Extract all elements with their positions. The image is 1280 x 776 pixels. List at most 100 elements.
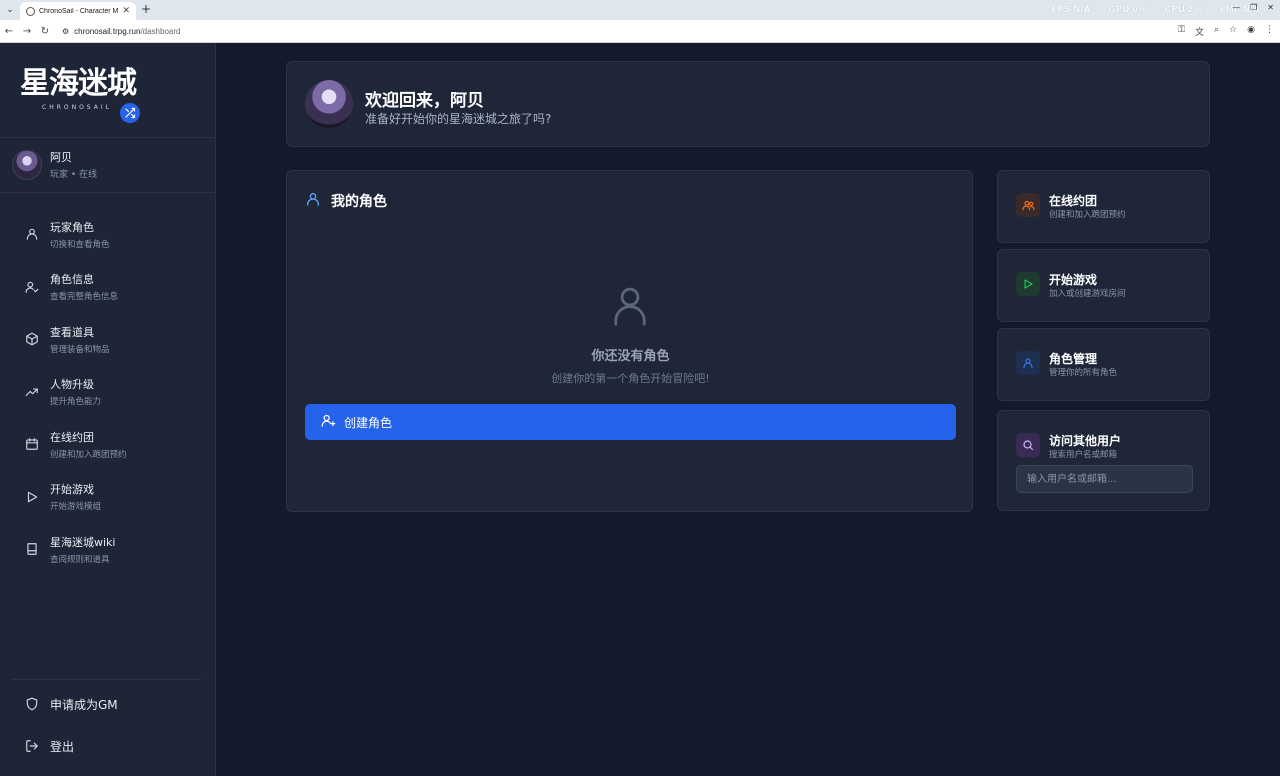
panel-header: 我的角色 — [305, 191, 387, 211]
sidebar-item-level-up[interactable]: 人物升级提升角色能力 — [0, 366, 216, 419]
shuffle-icon[interactable] — [120, 103, 140, 123]
cpu-readout: CPU 2% — [1164, 4, 1202, 14]
quick-card-title: 角色管理 — [1049, 352, 1098, 366]
user-icon — [1016, 351, 1040, 375]
performance-overlay: FPS N/A GPU 0% CPU 2% FMF N/A — [1051, 4, 1260, 14]
empty-state-subtitle: 创建你的第一个角色开始冒险吧! — [551, 372, 710, 385]
reload-icon[interactable]: ↻ — [36, 26, 54, 37]
sidebar-item-items[interactable]: 查看道具管理装备和物品 — [0, 313, 216, 366]
sidebar-item-desc: 开始游戏模组 — [50, 502, 102, 513]
shield-icon — [24, 696, 40, 712]
sidebar-item-desc: 查阅规则和道具 — [50, 554, 110, 565]
user-icon — [24, 226, 40, 242]
sidebar-item-label: 查看道具 — [50, 325, 94, 339]
user-plus-icon — [321, 413, 336, 431]
user-icon — [305, 191, 321, 211]
welcome-title: 欢迎回来，阿贝 — [365, 91, 484, 111]
quick-card-desc: 管理你的所有角色 — [1049, 368, 1118, 378]
sidebar-item-label: 玩家角色 — [50, 220, 94, 234]
address-bar-actions: ⚿ 文 ⌕ ☆ ◉ ⋮ — [1178, 25, 1274, 38]
book-icon — [24, 541, 40, 557]
menu-dots-icon[interactable]: ⋮ — [1265, 25, 1274, 38]
window-controls: — ❐ ✕ — [1232, 3, 1274, 12]
apply-gm-button[interactable]: 申请成为GM — [0, 683, 216, 725]
search-icon — [1016, 433, 1040, 457]
package-icon — [24, 331, 40, 347]
logo-text: 星海迷城 — [20, 66, 137, 101]
sidebar-item-desc: 创建和加入跑团预约 — [50, 449, 127, 460]
forward-arrow-icon[interactable]: → — [18, 26, 36, 37]
sidebar-divider — [0, 137, 216, 138]
close-icon[interactable]: ✕ — [122, 6, 130, 16]
quick-start-game[interactable]: 开始游戏 加入或创建游戏房间 — [997, 249, 1210, 322]
site-info-icon[interactable]: ⚙ — [62, 27, 69, 36]
quick-card-title: 在线约团 — [1049, 194, 1098, 208]
sidebar-item-label: 在线约团 — [50, 430, 94, 444]
welcome-subtitle: 准备好开始你的星海迷城之旅了吗? — [365, 112, 552, 126]
user-search-input[interactable] — [1016, 465, 1193, 493]
back-arrow-icon[interactable]: ← — [0, 26, 18, 37]
sidebar-item-label: 角色信息 — [50, 273, 94, 287]
users-icon — [1016, 193, 1040, 217]
key-icon[interactable]: ⚿ — [1178, 25, 1185, 38]
url-path: /dashboard — [140, 26, 181, 36]
sidebar-item-desc: 切换和查看角色 — [50, 239, 110, 250]
my-characters-panel: 我的角色 你还没有角色 创建你的第一个角色开始冒险吧! 创建角色 — [286, 170, 973, 512]
user-status: 玩家 • 在线 — [50, 170, 98, 180]
new-tab-plus-icon[interactable]: + — [141, 2, 151, 16]
url-field[interactable]: ⚙ chronosail.trpg.run/dashboard — [62, 23, 1162, 40]
sidebar-item-online-booking[interactable]: 在线约团创建和加入跑团预约 — [0, 418, 216, 471]
quick-character-management[interactable]: 角色管理 管理你的所有角色 — [997, 328, 1210, 401]
sidebar-nav: 玩家角色切换和查看角色 角色信息 查看完整角色信息 查看道具管理装备和物品 人物升… — [0, 208, 216, 576]
sidebar-item-desc: 管理装备和物品 — [50, 344, 110, 355]
browser-tab-bar: ⌄ ChronoSail - Character Mana ✕ + FPS N/… — [0, 0, 1280, 20]
sidebar-item-wiki[interactable]: 星海迷城wiki 查阅规则和道具 — [0, 523, 216, 576]
logout-icon — [24, 738, 40, 754]
create-character-button[interactable]: 创建角色 — [305, 404, 956, 440]
sidebar-item-desc: 提升角色能力 — [50, 397, 102, 408]
profile-icon[interactable]: ◉ — [1247, 25, 1255, 38]
window-close-icon[interactable]: ✕ — [1267, 3, 1274, 12]
tab-list-chevron-icon[interactable]: ⌄ — [0, 0, 20, 20]
sidebar-divider — [0, 192, 216, 193]
sidebar-item-label: 人物升级 — [50, 378, 94, 392]
avatar — [305, 80, 353, 128]
logout-button[interactable]: 登出 — [0, 725, 216, 767]
url-host: chronosail.trpg.run — [74, 26, 141, 36]
sidebar-item-character-info[interactable]: 角色信息 查看完整角色信息 — [0, 261, 216, 314]
gpu-readout: GPU 0% — [1108, 4, 1147, 14]
visit-users-card: 访问其他用户 搜索用户名或邮箱 — [997, 410, 1210, 511]
quick-card-desc: 加入或创建游戏房间 — [1049, 289, 1126, 299]
tab-title: ChronoSail - Character Mana — [39, 7, 119, 15]
sidebar-bottom: 申请成为GM 登出 — [0, 683, 216, 767]
avatar — [12, 149, 42, 180]
trending-up-icon — [24, 384, 40, 400]
zoom-icon[interactable]: ⌕ — [1214, 25, 1219, 38]
quick-card-title: 开始游戏 — [1049, 273, 1098, 287]
address-bar: ← → ↻ ⚙ chronosail.trpg.run/dashboard ⚿ … — [0, 20, 1280, 43]
restore-icon[interactable]: ❐ — [1250, 3, 1257, 12]
quick-online-booking[interactable]: 在线约团 创建和加入跑团预约 — [997, 170, 1210, 243]
minimize-icon[interactable]: — — [1232, 3, 1240, 12]
sidebar-item-player-characters[interactable]: 玩家角色切换和查看角色 — [0, 208, 216, 261]
empty-user-icon — [611, 283, 649, 331]
translate-icon[interactable]: 文 — [1195, 25, 1204, 38]
panel-title: 我的角色 — [331, 194, 387, 210]
visit-card-title: 访问其他用户 — [1049, 434, 1122, 448]
sidebar-item-start-game[interactable]: 开始游戏开始游戏模组 — [0, 471, 216, 524]
welcome-card: 欢迎回来，阿贝 准备好开始你的星海迷城之旅了吗? — [286, 61, 1210, 147]
browser-tab[interactable]: ChronoSail - Character Mana ✕ — [20, 2, 136, 20]
quick-card-desc: 创建和加入跑团预约 — [1049, 210, 1126, 220]
sidebar: 星海迷城 CHRONOSAIL 阿贝 玩家 • 在线 玩家角色 切换和查看角色 角… — [0, 43, 216, 776]
calendar-icon — [24, 436, 40, 452]
sidebar-item-label: 星海迷城wiki — [50, 535, 116, 549]
sidebar-item-label: 开始游戏 — [50, 483, 94, 497]
sidebar-divider — [12, 679, 202, 680]
visit-card-desc: 搜索用户名或邮箱 — [1049, 450, 1118, 460]
sidebar-user[interactable]: 阿贝 玩家 • 在线 — [12, 149, 97, 180]
logout-label: 登出 — [50, 739, 75, 754]
play-icon — [24, 489, 40, 505]
globe-icon — [26, 6, 35, 16]
user-check-icon — [24, 279, 40, 295]
bookmark-star-icon[interactable]: ☆ — [1229, 25, 1237, 38]
